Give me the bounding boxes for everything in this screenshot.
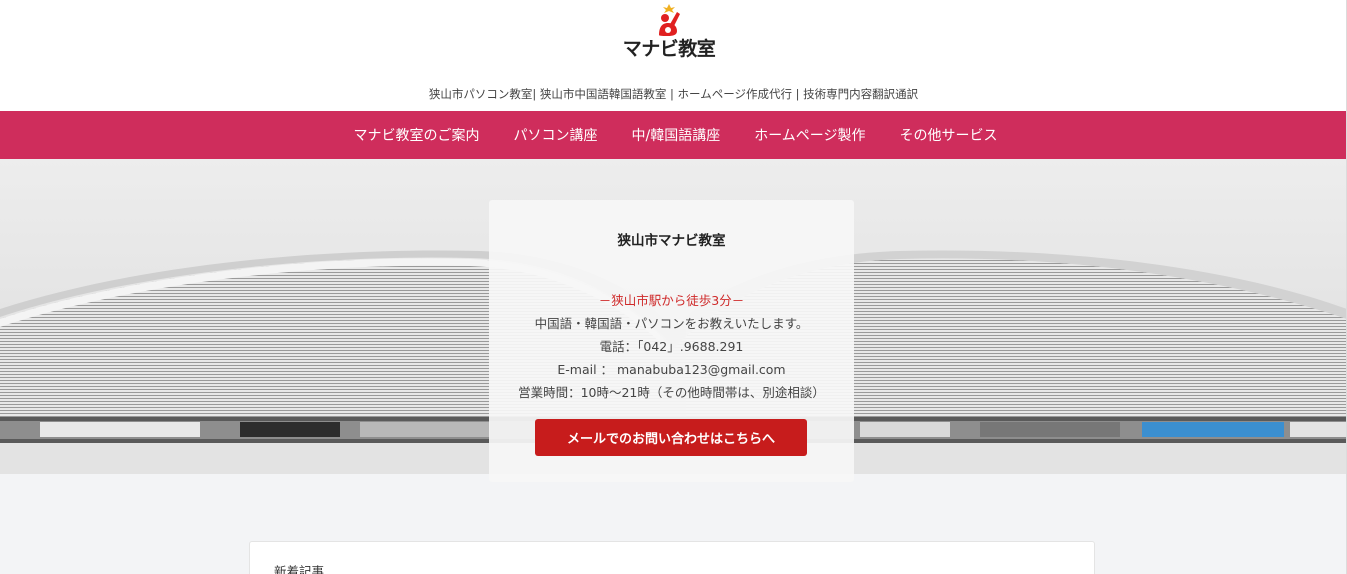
site-tagline: 狭山市パソコン教室| 狭山市中国語韓国語教室 | ホームページ作成代行 | 技術… bbox=[428, 87, 919, 101]
person-raising-hand-icon bbox=[659, 4, 680, 36]
phone-number: 電話：「042」.9688.291 bbox=[599, 339, 744, 354]
business-hours: 営業時間：10時～21時（その他時間帯は、別途相談） bbox=[518, 385, 825, 400]
logo-text: マナビ教室 bbox=[622, 38, 716, 60]
card-details: －狭山市駅から徒歩3分－ 中国語・韓国語・パソコンをお教えいたします。 電話：「… bbox=[489, 289, 854, 404]
nav-item-homepage[interactable]: ホームページ製作 bbox=[737, 125, 882, 145]
access-info: －狭山市駅から徒歩3分－ bbox=[598, 293, 745, 308]
nav-item-pc-course[interactable]: パソコン講座 bbox=[496, 125, 614, 145]
news-panel: 新着記事 bbox=[249, 541, 1095, 574]
global-nav: マナビ教室のご案内 パソコン講座 中/韓国語講座 ホームページ製作 その他サービ… bbox=[0, 111, 1347, 159]
site-logo[interactable]: マナビ教室 bbox=[619, 4, 719, 60]
page: マナビ教室 狭山市パソコン教室| 狭山市中国語韓国語教室 | ホームページ作成代… bbox=[0, 0, 1347, 574]
site-header: マナビ教室 狭山市パソコン教室| 狭山市中国語韓国語教室 | ホームページ作成代… bbox=[0, 0, 1347, 111]
nav-item-other-services[interactable]: その他サービス bbox=[883, 125, 1015, 145]
course-description: 中国語・韓国語・パソコンをお教えいたします。 bbox=[534, 316, 809, 331]
news-heading: 新着記事 bbox=[274, 564, 325, 574]
card-title: 狭山市マナビ教室 bbox=[617, 233, 726, 249]
nav-item-about[interactable]: マナビ教室のご案内 bbox=[336, 125, 496, 145]
contact-email-button[interactable]: メールでのお問い合わせはこちらへ bbox=[535, 419, 807, 456]
email-address: E-mail ： manabuba123@gmail.com bbox=[557, 362, 786, 377]
nav-item-language-course[interactable]: 中/韓国語講座 bbox=[614, 125, 737, 145]
info-card: 狭山市マナビ教室 －狭山市駅から徒歩3分－ 中国語・韓国語・パソコンをお教えいた… bbox=[489, 200, 854, 482]
